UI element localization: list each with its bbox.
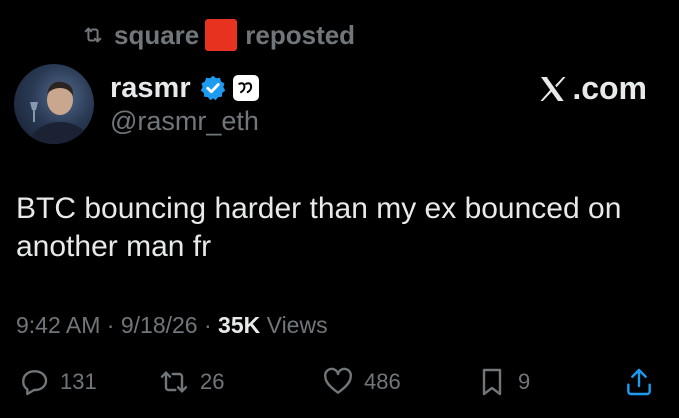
views-label: Views <box>266 312 328 338</box>
author-name-row[interactable]: rasmr <box>110 70 259 106</box>
meta-separator: · <box>106 312 115 338</box>
reply-button[interactable]: 131 <box>18 366 97 398</box>
like-count: 486 <box>364 369 401 394</box>
site-watermark: .com <box>536 70 647 107</box>
tweet-meta: 9:42 AM · 9/18/26 · 35K Views <box>16 312 328 339</box>
reply-icon <box>22 370 48 396</box>
share-button[interactable] <box>623 366 655 398</box>
repost-icon <box>80 24 106 46</box>
repost-label: reposted <box>245 19 356 50</box>
heart-icon <box>324 367 352 394</box>
avatar[interactable] <box>14 64 94 144</box>
action-bar: 131 26 486 9 <box>18 366 663 406</box>
affiliate-badge-icon[interactable] <box>232 75 259 101</box>
meta-separator: · <box>203 312 212 338</box>
tweet-date[interactable]: 9/18/26 <box>121 312 198 338</box>
repost-context[interactable]: square reposted <box>80 18 355 52</box>
bookmark-count: 9 <box>518 369 531 394</box>
verified-badge-icon <box>199 74 227 102</box>
tweet-time[interactable]: 9:42 AM <box>16 312 100 338</box>
site-mark-label: .com <box>572 70 647 106</box>
like-button[interactable]: 486 <box>322 366 401 398</box>
share-icon <box>627 368 651 396</box>
repost-count: 26 <box>200 369 225 394</box>
author-display-name[interactable]: rasmr <box>110 72 191 105</box>
x-logo-icon <box>540 75 567 102</box>
repost-button[interactable]: 26 <box>158 366 224 398</box>
bookmark-button[interactable]: 9 <box>476 366 530 398</box>
author-handle[interactable]: @rasmr_eth <box>110 106 259 137</box>
reply-count: 131 <box>60 369 97 394</box>
repost-icon <box>160 371 188 393</box>
views-count: 35K <box>218 312 261 338</box>
tweet-text: BTC bouncing harder than my ex bounced o… <box>16 192 622 263</box>
repost-user[interactable]: square <box>114 20 199 51</box>
bookmark-icon <box>482 368 502 396</box>
red-square-emoji-icon <box>205 19 238 51</box>
